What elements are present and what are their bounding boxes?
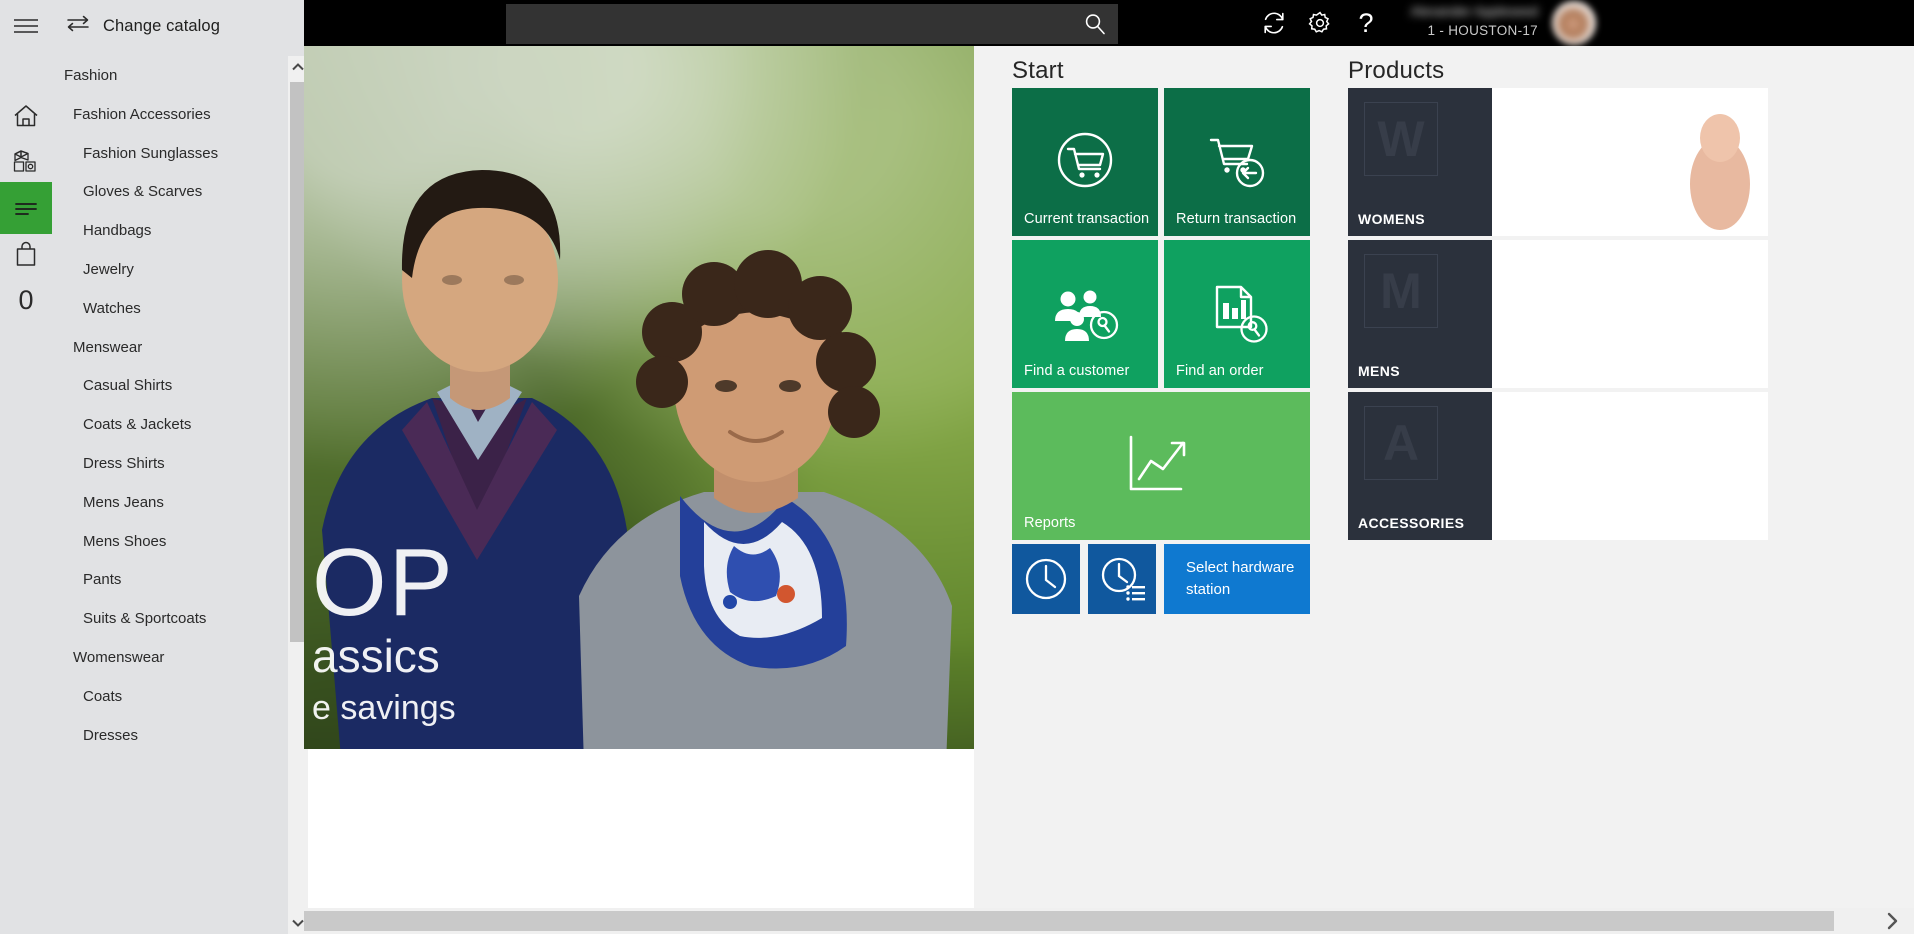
shopping-bag-icon <box>15 241 37 267</box>
catalog-item[interactable]: Pants <box>52 560 292 599</box>
product-image <box>1492 240 1768 388</box>
chevron-right-icon[interactable] <box>1874 908 1910 934</box>
product-tile-label: ACCESSORIES <box>1358 515 1465 531</box>
catalog-item[interactable]: Suits & Sportcoats <box>52 599 292 638</box>
top-app-bar: ? Alexander Appleseed 1 - HOUSTON-17 <box>304 0 1914 46</box>
tile-label: Current transaction <box>1024 211 1150 227</box>
tile-label: Return transaction <box>1176 211 1297 227</box>
catalog-item[interactable]: Jewelry <box>52 250 292 289</box>
product-placeholder: A ACCESSORIES <box>1348 392 1492 540</box>
hero-person-woman <box>579 250 952 749</box>
user-name: Alexander Appleseed <box>1410 4 1538 19</box>
product-letter-badge: W <box>1364 102 1438 176</box>
product-tile-accessories[interactable]: A ACCESSORIES <box>1348 392 1768 540</box>
catalog-item[interactable]: Fashion Sunglasses <box>52 134 292 173</box>
tile-find-a-customer[interactable]: Find a customer <box>1012 240 1158 388</box>
hero-line-3: e savings <box>312 689 456 727</box>
product-placeholder: M MENS <box>1348 240 1492 388</box>
home-icon <box>13 104 39 128</box>
change-catalog-button[interactable]: Change catalog <box>66 10 220 42</box>
catalog-item[interactable]: Menswear <box>52 328 292 367</box>
hero-line-1: OP <box>312 529 455 636</box>
catalog-group[interactable]: Fashion <box>52 56 292 95</box>
zero-glyph-icon: 0 <box>18 284 34 315</box>
catalog-item[interactable]: Womenswear <box>52 638 292 677</box>
sidebar-item-home[interactable] <box>0 90 52 142</box>
product-image <box>1492 392 1768 540</box>
search-icon[interactable] <box>1072 4 1118 44</box>
hero-line-2: assics <box>312 630 440 682</box>
change-catalog-label: Change catalog <box>103 16 220 35</box>
avatar[interactable] <box>1552 1 1596 45</box>
tile-label: Find a customer <box>1024 363 1130 379</box>
sidebar-item-catalog[interactable] <box>0 182 52 234</box>
tile-return-transaction[interactable]: Return transaction <box>1164 88 1310 236</box>
refresh-icon[interactable] <box>1251 6 1297 40</box>
dashboard-content: Start Products Current transaction Retur… <box>974 46 1914 934</box>
catalog-item[interactable]: Watches <box>52 289 292 328</box>
clock-list-icon <box>1088 544 1156 614</box>
hero-promo-text: OP assics e savings <box>304 529 504 731</box>
product-letter-badge: A <box>1364 406 1438 480</box>
product-image <box>1492 88 1768 236</box>
products-section-title: Products <box>1348 57 1445 84</box>
user-account-block[interactable]: Alexander Appleseed 1 - HOUSTON-17 <box>1382 2 1542 44</box>
nav-icon-rail: 0 <box>0 0 52 934</box>
product-letter-badge: M <box>1364 254 1438 328</box>
user-store-label: 1 - HOUSTON-17 <box>1427 23 1538 38</box>
left-sidebar: Change catalog 0 Fashion Fashion Accesso… <box>0 0 308 934</box>
catalog-item[interactable]: Mens Shoes <box>52 522 292 561</box>
catalog-item[interactable]: Coats & Jackets <box>52 405 292 444</box>
catalog-item[interactable]: Mens Jeans <box>52 483 292 522</box>
product-tile-label: MENS <box>1358 363 1401 379</box>
catalog-list[interactable]: Fashion Fashion Accessories Fashion Sungla… <box>52 56 292 934</box>
tile-label: Reports <box>1024 515 1076 531</box>
start-section-title: Start <box>1012 57 1064 84</box>
tile-current-transaction[interactable]: Current transaction <box>1012 88 1158 236</box>
catalog-item[interactable]: Dress Shirts <box>52 444 292 483</box>
tile-select-hardware-station[interactable]: Select hardware station <box>1164 544 1310 614</box>
search-bar[interactable] <box>506 4 1118 44</box>
tile-find-an-order[interactable]: Find an order <box>1164 240 1310 388</box>
product-tile-mens[interactable]: M MENS <box>1348 240 1768 388</box>
gear-icon[interactable] <box>1297 6 1343 40</box>
catalog-item[interactable]: Fashion Accessories <box>52 95 292 134</box>
catalog-item[interactable]: Coats <box>52 677 292 716</box>
sidebar-item-shopping-bag[interactable] <box>0 228 52 280</box>
promotional-hero-image: OP assics e savings <box>304 46 974 749</box>
lines-list-icon <box>13 200 39 216</box>
product-tile-womens[interactable]: W WOMENS <box>1348 88 1768 236</box>
sidebar-item-count[interactable]: 0 <box>0 274 52 326</box>
tile-time-clock[interactable] <box>1012 544 1080 614</box>
sidebar-item-products[interactable] <box>0 136 52 188</box>
catalog-item[interactable]: Gloves & Scarves <box>52 172 292 211</box>
catalog-item[interactable]: Dresses <box>52 716 292 755</box>
tile-label: Select hardware station <box>1186 559 1295 598</box>
tile-time-clock-entries[interactable] <box>1088 544 1156 614</box>
swap-arrows-icon <box>66 15 90 37</box>
product-tile-label: WOMENS <box>1358 211 1425 227</box>
scrollbar-thumb-horizontal[interactable] <box>304 911 1834 931</box>
clock-icon <box>1012 544 1080 614</box>
pos-application-window: Change catalog 0 Fashion Fashion Accesso… <box>0 0 1914 934</box>
tile-reports[interactable]: Reports <box>1012 392 1310 540</box>
product-placeholder: W WOMENS <box>1348 88 1492 236</box>
boxes-icon <box>12 149 40 175</box>
catalog-item[interactable]: Casual Shirts <box>52 366 292 405</box>
search-input[interactable] <box>506 4 1072 44</box>
horizontal-scrollbar[interactable] <box>304 908 1914 934</box>
tile-label: Find an order <box>1176 363 1264 379</box>
catalog-item[interactable]: Handbags <box>52 211 292 250</box>
